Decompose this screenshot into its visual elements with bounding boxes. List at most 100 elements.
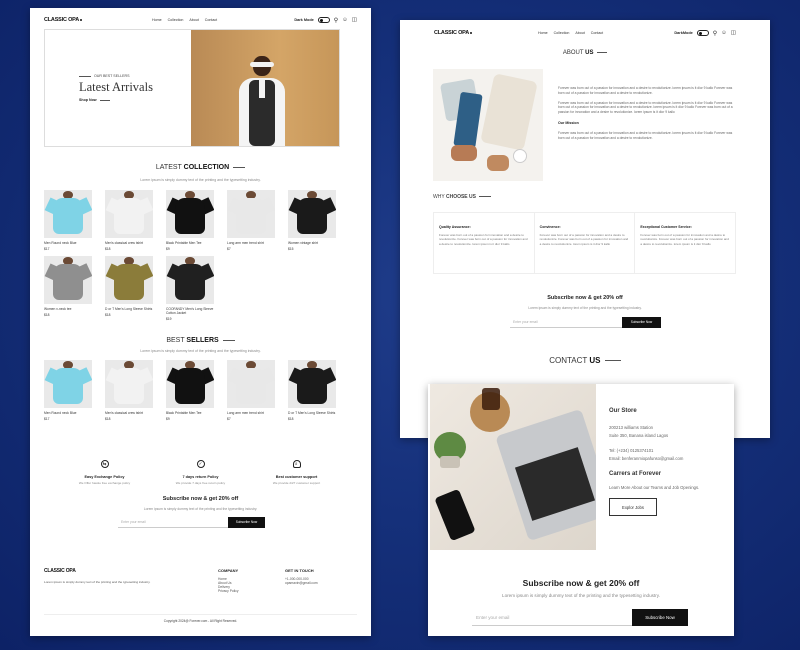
why-title: WHY CHOOSE US [433, 194, 492, 200]
about-paragraph: Forever was born out of a passion for in… [558, 131, 733, 140]
product-card[interactable]: Women v-neck tee $18 [44, 256, 92, 317]
product-name: Long arm men trend shirt [227, 411, 264, 415]
why-card: Convinence: Forever was born out of a pa… [535, 213, 636, 273]
cart-icon[interactable]: ◫ [352, 17, 357, 23]
product-card[interactable]: D or T Men's Long Sleeve Shirts $18 [105, 256, 153, 317]
nav-links: Home Collection About Contact [152, 18, 217, 22]
policy-title: 7 days return Policy [182, 475, 219, 479]
nav-link-collection[interactable]: Collection [168, 18, 184, 22]
search-icon[interactable]: ⚲ [334, 17, 338, 24]
product-image[interactable] [44, 256, 92, 304]
top-nav: CLASSIC OPA Home Collection About Contac… [400, 27, 770, 39]
product-image[interactable] [44, 190, 92, 238]
about-text: Forever was born out of a passion for in… [558, 86, 734, 141]
cart-icon[interactable]: ◫ [731, 30, 736, 36]
why-title-light: WHY [433, 194, 445, 200]
nav-link-about[interactable]: About [189, 18, 198, 22]
email-input[interactable]: Enter your email [118, 517, 228, 528]
product-card[interactable]: Black Printable Men Tee $9 [166, 190, 214, 251]
product-image[interactable] [44, 360, 92, 408]
about-title-bold: US [585, 50, 594, 56]
store-address1: 200213 williams Station [609, 425, 653, 430]
subscribe-subtitle: Lorem ipsum is simply dummy text of the … [143, 507, 258, 511]
product-card[interactable]: Long arm men trend shirt $7 [227, 360, 275, 421]
subscribe-button[interactable]: Subscribe Now [622, 317, 661, 328]
footer-link-privacy[interactable]: Privacy Policy [218, 589, 239, 593]
hero-text: OUR BEST SELLERS Latest Arrivals Shop No… [79, 74, 153, 102]
product-image[interactable] [166, 360, 214, 408]
best-title: BEST SELLERS [30, 337, 371, 344]
subscribe-button[interactable]: Subscribe Now [228, 517, 265, 528]
product-name: Women vintage shirt [288, 241, 318, 245]
product-price: $17 [44, 417, 50, 422]
shop-now-link[interactable]: Shop Now [79, 98, 97, 102]
user-icon[interactable]: ☺ [721, 30, 727, 36]
nav-link-contact[interactable]: Contact [205, 18, 217, 22]
search-icon[interactable]: ⚲ [713, 30, 717, 37]
product-image[interactable] [105, 360, 153, 408]
store-title: Our Store [609, 408, 637, 414]
product-image[interactable] [288, 190, 336, 238]
about-image [433, 69, 543, 181]
product-price: $9 [166, 417, 170, 422]
nav-right: Dark Mode ⚲ ☺ ◫ [294, 17, 357, 24]
nav-link-about[interactable]: About [575, 31, 584, 35]
product-card[interactable]: Long arm men trend shirt $7 [227, 190, 275, 251]
product-card[interactable]: Women vintage shirt $15 [288, 190, 336, 251]
hero-title: Latest Arrivals [79, 80, 153, 94]
product-card[interactable]: Men Round neck Blue $17 [44, 360, 92, 421]
policies: ⇆ Easy Exchange Policy We Offer hassle f… [30, 452, 371, 485]
product-card[interactable]: D or T Men's Long Sleeve Shirts $18 [288, 360, 336, 421]
email-input[interactable]: Enter your email [472, 609, 632, 626]
logo[interactable]: CLASSIC OPA [44, 17, 79, 23]
why-card-desc: Forever was born out of a passion for in… [539, 233, 629, 246]
nav-link-contact[interactable]: Contact [591, 31, 603, 35]
product-name: Men Round neck Blue [44, 411, 77, 415]
nav-link-collection[interactable]: Collection [554, 31, 570, 35]
subscribe-button[interactable]: Subscribe Now [632, 609, 688, 626]
product-image[interactable] [166, 256, 214, 304]
contact-image [430, 384, 596, 550]
why-card: Quality Assurance: Forever was born out … [434, 213, 535, 273]
latest-subtitle: Lorem ipsum is simply dummy text of the … [140, 178, 261, 182]
why-card-desc: Forever was born out of a passion for in… [640, 233, 729, 246]
nav-link-home[interactable]: Home [152, 18, 162, 22]
product-name: Black Printable Men Tee [166, 411, 202, 415]
dark-mode-toggle[interactable] [696, 30, 709, 36]
contact-page: Our Store 200213 williams Station Suite … [428, 384, 734, 636]
subscribe-title: Subscribe now & get 20% off [522, 578, 640, 588]
home-page: CLASSIC OPA Home Collection About Contac… [30, 8, 371, 636]
product-name: Men's classical crew tshirt [105, 411, 144, 415]
product-image[interactable] [105, 256, 153, 304]
product-image[interactable] [105, 190, 153, 238]
product-card[interactable]: Black Printable Men Tee $9 [166, 360, 214, 421]
footer: CLASSIC OPA Lorem ipsum is simply dummy … [44, 568, 344, 593]
headset-icon: ♬ [292, 460, 301, 468]
product-image[interactable] [166, 190, 214, 238]
product-price: $18 [288, 417, 294, 422]
product-card[interactable]: Men's classical crew tshirt $18 [105, 190, 153, 251]
product-card[interactable]: COOFANDY Men's Long Sleeve Cotton Jacket… [166, 256, 214, 321]
product-price: $18 [105, 247, 111, 252]
store-info: Our Store 200213 williams Station Suite … [609, 408, 729, 516]
store-address2: Suite 350, Banana island Lagos [609, 433, 669, 438]
about-paragraph: Forever was born out of a passion for in… [558, 100, 733, 115]
product-image[interactable] [227, 190, 275, 238]
nav-link-home[interactable]: Home [538, 31, 548, 35]
dark-mode-label: Dark Mode [294, 18, 314, 22]
product-card[interactable]: Men's classical crew tshirt $18 [105, 360, 153, 421]
product-image[interactable] [288, 360, 336, 408]
product-image[interactable] [227, 360, 275, 408]
product-card[interactable]: Men Round neck Blue $17 [44, 190, 92, 251]
contact-title-bold: US [589, 356, 601, 365]
user-icon[interactable]: ☺ [342, 17, 348, 23]
email-input[interactable]: Enter your email [510, 317, 622, 328]
logo[interactable]: CLASSIC OPA [434, 30, 469, 36]
about-paragraph: Forever was born out of a passion for in… [558, 86, 733, 95]
product-price: $17 [44, 247, 50, 252]
contact-title: CONTACT US [400, 356, 770, 365]
copyright: Copyright 2024@ Forever.com - All Right … [163, 619, 238, 623]
dark-mode-toggle[interactable] [317, 17, 330, 23]
product-price: $18 [105, 417, 111, 422]
explore-jobs-button[interactable]: Explor Jobs [609, 498, 657, 516]
